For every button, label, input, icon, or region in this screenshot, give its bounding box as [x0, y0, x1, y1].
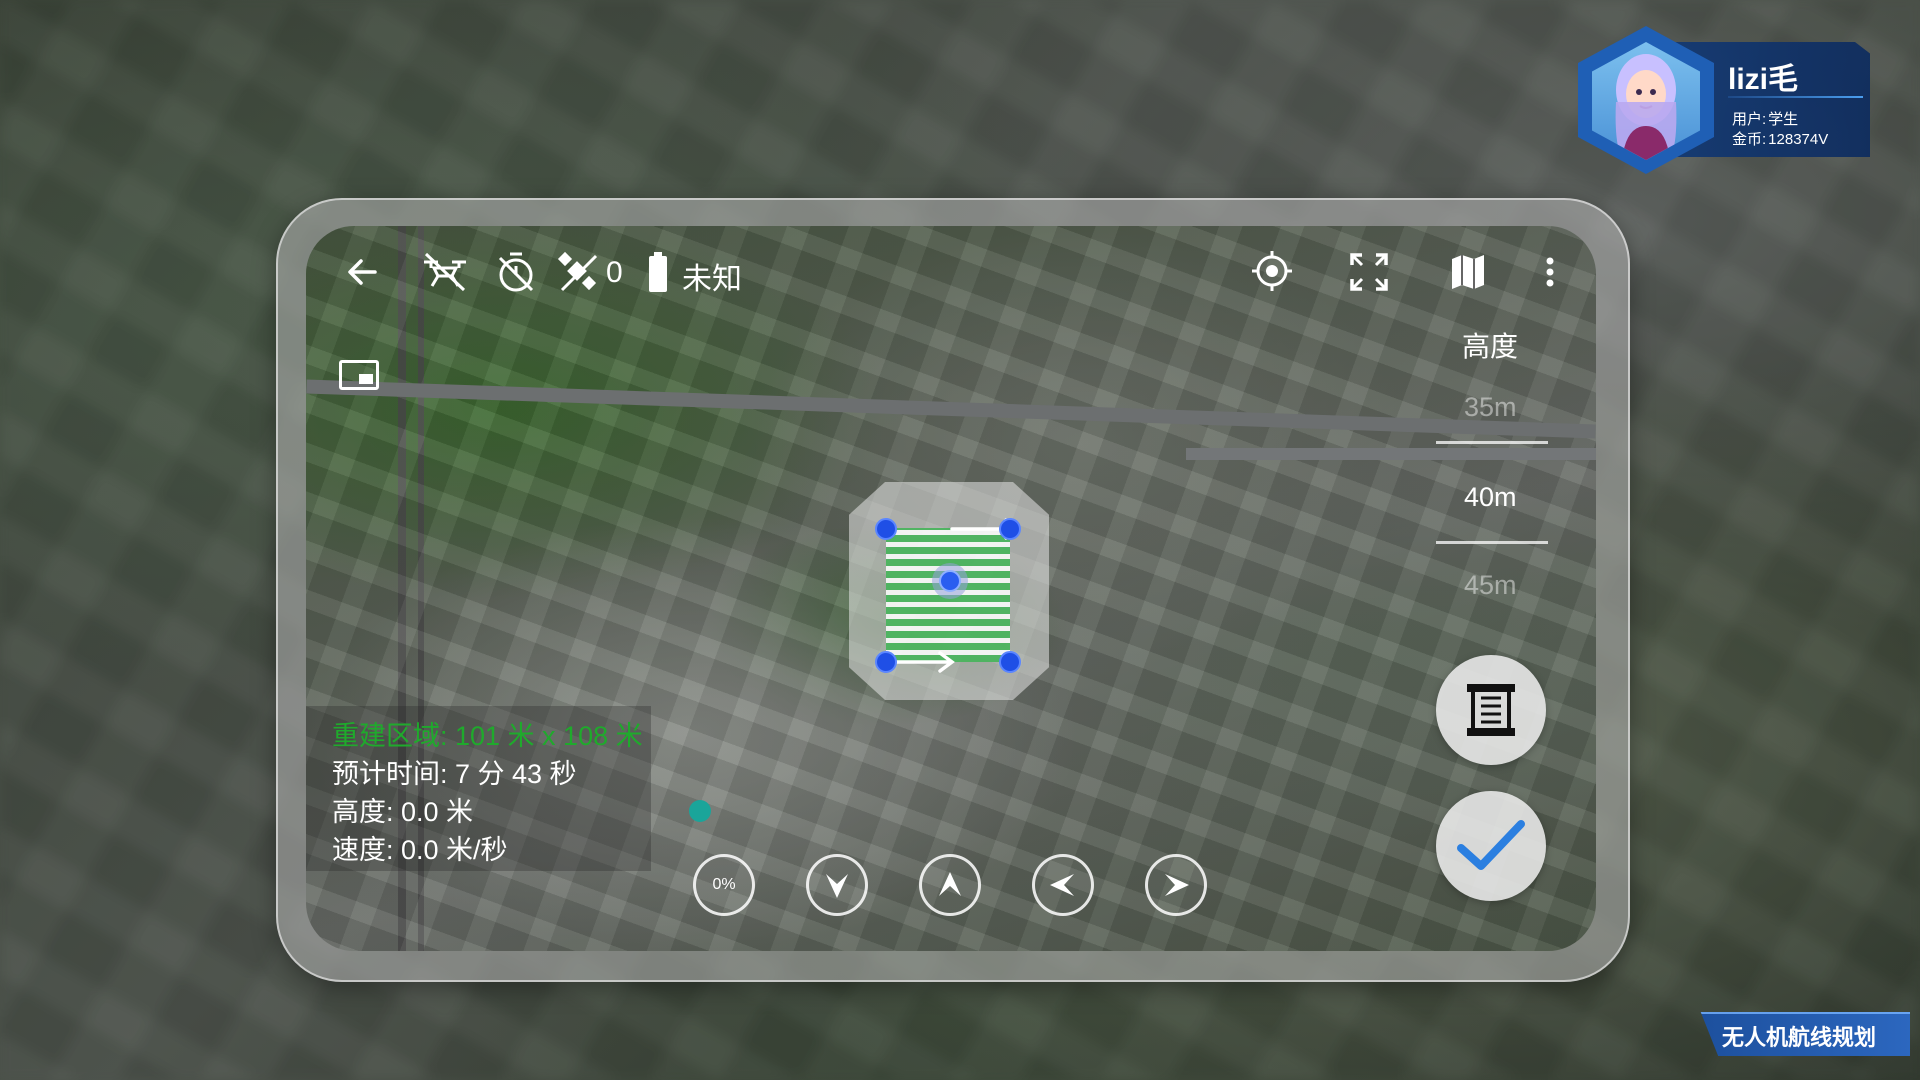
progress-button[interactable]: 0% — [693, 854, 755, 916]
user-role-label: 用户: — [1732, 111, 1767, 128]
map-road — [1186, 448, 1596, 460]
map-layer-button[interactable] — [1448, 251, 1488, 293]
polygon-vertex-handle[interactable] — [875, 651, 897, 673]
user-role-value: 学生 — [1768, 111, 1799, 128]
speed-text: 速度: 0.0 米/秒 — [332, 835, 508, 865]
altitude-tick-line — [1436, 541, 1548, 544]
app-title: 无人机航线规划 — [1722, 1025, 1877, 1050]
timer-indicator — [495, 250, 537, 294]
altitude-tick-selected[interactable]: 40m — [1464, 482, 1517, 513]
user-coins: 金币: 128374V — [1730, 128, 1828, 149]
move-down-button[interactable] — [806, 854, 868, 916]
user-coins-value: 128374V — [1768, 131, 1829, 148]
battery-indicator — [646, 250, 670, 294]
progress-percent: 0% — [712, 876, 736, 893]
estimated-time-text: 预计时间: 7 分 43 秒 — [332, 759, 577, 789]
drone-status-indicator — [420, 250, 470, 294]
battery-status: 未知 — [682, 263, 742, 296]
move-up-button[interactable] — [919, 854, 981, 916]
arrow-left-icon — [1050, 874, 1074, 896]
polygon-shape-button[interactable] — [1436, 655, 1546, 765]
user-name: lizi毛 — [1728, 63, 1799, 96]
fullscreen-button[interactable] — [1348, 251, 1390, 293]
satellite-off-icon — [557, 251, 598, 292]
polygon-center-handle[interactable] — [939, 570, 961, 592]
battery-icon — [649, 252, 667, 292]
more-button[interactable] — [1540, 251, 1560, 293]
satellite-count: 0 — [606, 256, 623, 289]
height-text: 高度: 0.0 米 — [332, 797, 474, 827]
more-vertical-icon — [1546, 257, 1554, 287]
back-button[interactable] — [342, 252, 382, 292]
polygon-vertex-handle[interactable] — [999, 651, 1021, 673]
arrow-up-icon — [939, 872, 961, 896]
locate-button[interactable] — [1250, 249, 1294, 293]
altitude-tick[interactable]: 45m — [1464, 570, 1517, 601]
timer-off-icon — [498, 252, 534, 292]
map-icon — [1452, 255, 1484, 289]
altitude-title: 高度 — [1462, 331, 1519, 362]
fullscreen-icon — [1350, 253, 1388, 291]
move-left-button[interactable] — [1032, 854, 1094, 916]
gps-indicator — [556, 250, 600, 294]
polygon-vertex-handle[interactable] — [875, 518, 897, 540]
polygon-edit-icon — [1467, 684, 1515, 736]
altitude-tick-line — [1436, 441, 1548, 444]
move-right-button[interactable] — [1145, 854, 1207, 916]
picture-in-picture-button[interactable] — [339, 360, 379, 390]
user-coins-label: 金币: — [1732, 131, 1767, 148]
arrow-right-icon — [1165, 874, 1189, 896]
polygon-vertex-handle[interactable] — [999, 518, 1021, 540]
drone-disconnected-icon — [424, 252, 466, 292]
arrow-down-icon — [826, 874, 848, 898]
home-point-marker[interactable] — [689, 800, 711, 822]
confirm-button[interactable] — [1436, 791, 1546, 901]
crosshair-icon — [1252, 251, 1292, 291]
reconstruction-area-text: 重建区域: 101 米 x 108 米 — [332, 721, 643, 751]
altitude-tick[interactable]: 35m — [1464, 392, 1517, 423]
check-icon — [1457, 820, 1525, 870]
user-role: 用户: 学生 — [1730, 108, 1798, 129]
arrow-left-icon — [348, 259, 377, 285]
